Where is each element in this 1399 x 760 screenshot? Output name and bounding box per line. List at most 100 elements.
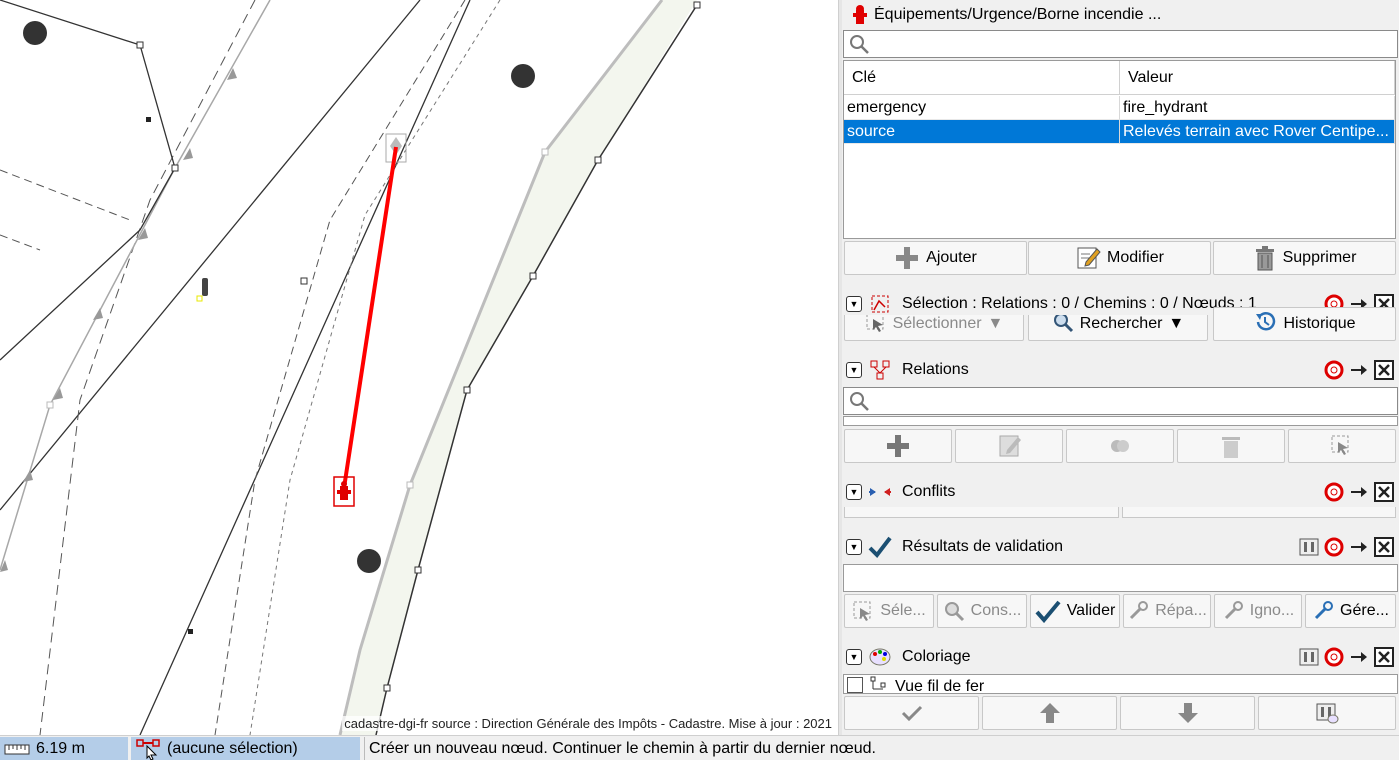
colors-panel-title: Coloriage (902, 648, 971, 665)
select-icon (853, 601, 871, 621)
tag-key-cell[interactable]: emergency (844, 96, 1120, 120)
help-message: Créer un nouveau nœud. Continuer le chem… (364, 737, 1399, 760)
dropdown-icon: ▼ (1168, 315, 1185, 332)
palette-icon (868, 645, 892, 669)
tags-search-input[interactable] (843, 30, 1398, 58)
color-scheme-list[interactable]: Vue fil de fer (843, 674, 1398, 694)
plus-icon (887, 435, 909, 457)
close-icon[interactable] (1373, 646, 1395, 668)
edit-relation-button[interactable] (955, 429, 1063, 463)
colors-panel-header: ▼ Coloriage (842, 642, 1399, 672)
manage-button[interactable]: Gére... (1305, 594, 1396, 628)
tree-icon (357, 549, 381, 573)
relations-search-input[interactable] (843, 387, 1398, 415)
tag-value-cell[interactable]: fire_hydrant (1120, 96, 1395, 120)
scheme-preferences-button[interactable] (1258, 696, 1396, 730)
fix-button[interactable]: Répa... (1123, 594, 1211, 628)
distance-value: 6.19 m (36, 739, 85, 757)
map-view[interactable]: cadastre-dgi-fr source : Direction Génér… (0, 0, 838, 735)
close-icon[interactable] (1373, 536, 1395, 558)
delete-tag-label: Supprimer (1282, 249, 1357, 266)
way-node (594, 156, 602, 164)
detach-icon[interactable] (1348, 646, 1370, 668)
relations-panel-title: Relations (902, 361, 969, 378)
tree-icon (23, 21, 47, 45)
column-header-value[interactable]: Valeur (1120, 61, 1395, 95)
close-icon[interactable] (1373, 359, 1395, 381)
wrench-icon (1130, 601, 1149, 620)
wrench-icon (1224, 601, 1243, 620)
way-node (406, 481, 414, 489)
wireframe-checkbox[interactable] (847, 677, 863, 693)
add-tag-button[interactable]: Ajouter (844, 241, 1027, 275)
delete-relation-button[interactable] (1177, 429, 1285, 463)
help-icon[interactable] (1323, 536, 1345, 558)
inspect-label: Cons... (970, 602, 1022, 619)
point-marker (146, 117, 151, 122)
inspect-button[interactable]: Cons... (937, 594, 1027, 628)
edit-tag-label: Modifier (1107, 249, 1164, 266)
tag-value-cell[interactable]: Relevés terrain avec Rover Centipe... (1120, 120, 1395, 144)
way-node (171, 164, 179, 172)
select-errors-button[interactable]: Séle... (844, 594, 934, 628)
duplicate-relation-button[interactable] (1066, 429, 1174, 463)
delete-tag-button[interactable]: Supprimer (1213, 241, 1396, 275)
collapse-button[interactable]: ▼ (846, 296, 862, 312)
close-icon[interactable] (1373, 481, 1395, 503)
conflicts-panel-header: ▼ Conflits (842, 477, 1399, 507)
tag-key-cell[interactable]: source (844, 120, 1120, 144)
history-button[interactable]: Historique (1213, 307, 1396, 341)
table-row[interactable]: source Relevés terrain avec Rover Centip… (844, 120, 1395, 144)
wireframe-icon (870, 676, 886, 690)
map-canvas[interactable] (0, 0, 838, 735)
new-relation-button[interactable] (844, 429, 952, 463)
way-node (541, 148, 549, 156)
table-row[interactable]: emergency fire_hydrant (844, 96, 1395, 120)
collapse-button[interactable]: ▼ (846, 649, 862, 665)
way-node (414, 566, 422, 574)
help-icon[interactable] (1323, 359, 1345, 381)
trash-icon (1222, 437, 1240, 458)
history-icon (1253, 310, 1277, 339)
preferences-icon[interactable] (1298, 646, 1320, 668)
footway (0, 0, 271, 571)
validation-results-tree[interactable] (843, 564, 1398, 592)
select-button-label: Sélectionner (892, 315, 982, 332)
column-header-key[interactable]: Clé (844, 61, 1120, 95)
help-icon[interactable] (1323, 481, 1345, 503)
detach-icon[interactable] (1348, 359, 1370, 381)
map-line (0, 0, 421, 511)
detach-icon[interactable] (1348, 536, 1370, 558)
activate-scheme-button[interactable] (844, 696, 979, 730)
way-node (46, 401, 54, 409)
move-up-button[interactable] (982, 696, 1117, 730)
validate-button[interactable]: Valider (1030, 594, 1120, 628)
collapse-button[interactable]: ▼ (846, 539, 862, 555)
map-line (139, 0, 471, 735)
dashed-line (39, 0, 256, 735)
relations-list[interactable] (843, 416, 1398, 426)
point-marker (188, 629, 193, 634)
help-icon[interactable] (1323, 646, 1345, 668)
select-errors-label: Séle... (880, 602, 926, 619)
sidebar: Équipements/Urgence/Borne incendie ... C… (842, 0, 1399, 735)
select-icon (1331, 435, 1349, 455)
detach-icon[interactable] (1348, 481, 1370, 503)
collapse-button[interactable]: ▼ (846, 362, 862, 378)
ignore-button[interactable]: Igno... (1214, 594, 1302, 628)
collapse-button[interactable]: ▼ (846, 484, 862, 500)
conflict-button-partial[interactable] (844, 507, 1119, 518)
conflicts-panel-title: Conflits (902, 483, 956, 500)
ruler-icon (4, 744, 30, 754)
validation-panel-header: ▼ Résultats de validation (842, 532, 1399, 562)
tags-table: Clé Valeur emergency fire_hydrant source… (843, 60, 1396, 239)
move-down-button[interactable] (1120, 696, 1255, 730)
conflict-button-partial[interactable] (1122, 507, 1396, 518)
preferences-icon[interactable] (1298, 536, 1320, 558)
way-node (300, 277, 308, 285)
search-button-label: Rechercher (1079, 315, 1163, 332)
dropdown-icon: ▼ (987, 315, 1004, 332)
edit-tag-button[interactable]: Modifier (1028, 241, 1211, 275)
select-relation-button[interactable] (1288, 429, 1396, 463)
selection-status-text: (aucune sélection) (167, 739, 298, 757)
